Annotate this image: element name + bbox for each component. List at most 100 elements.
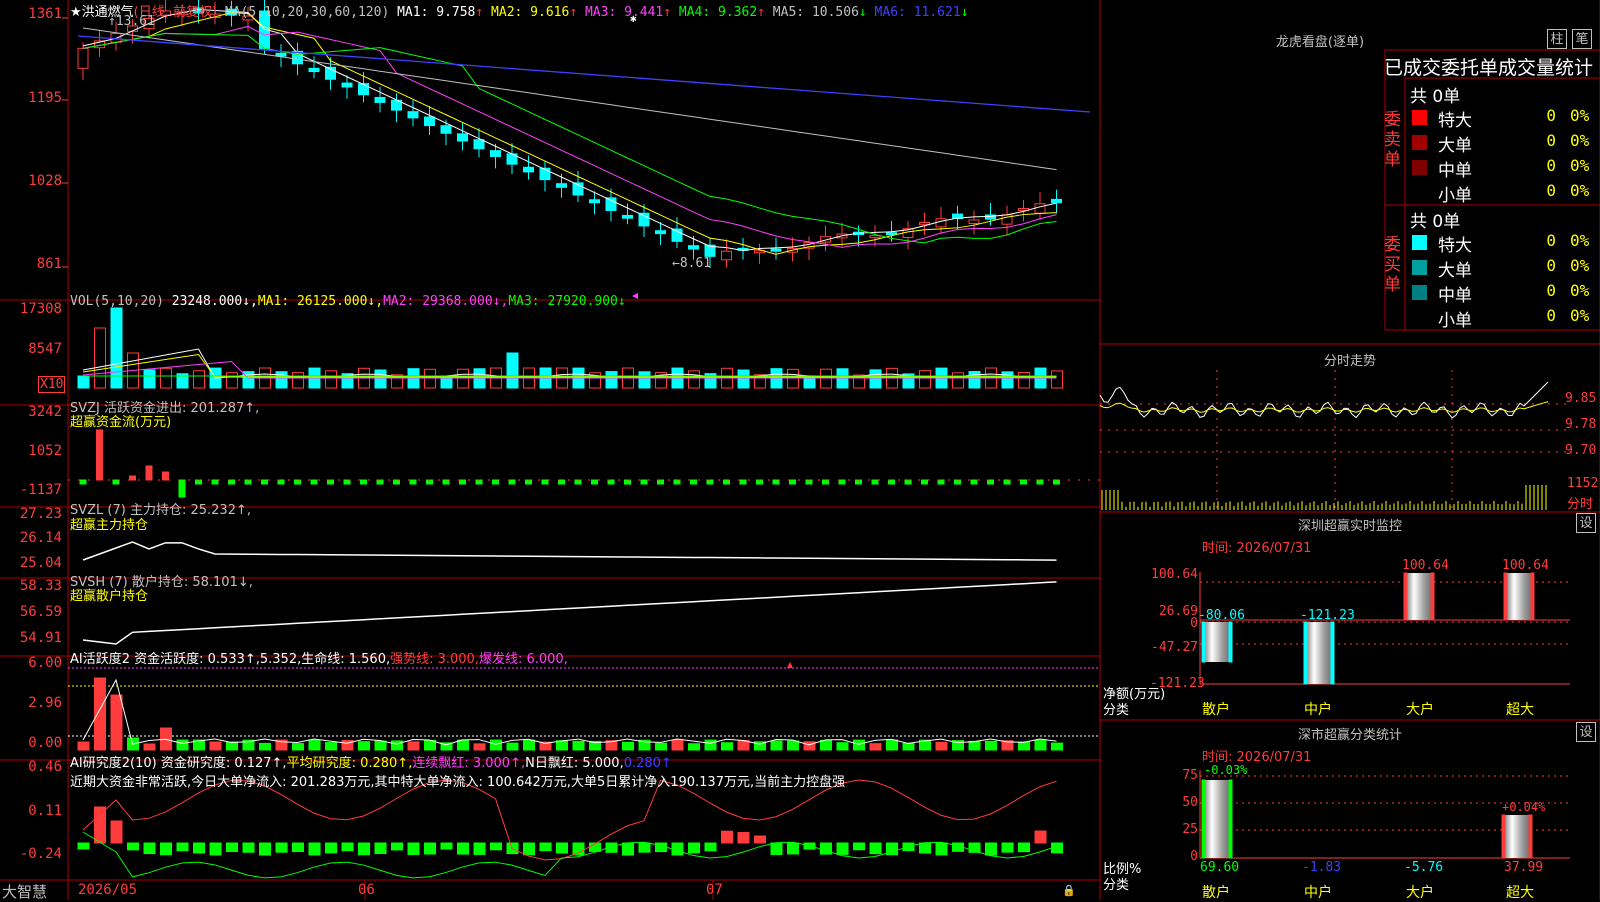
dragon-header: 已成交委托单成交量统计 xyxy=(1384,57,1594,79)
research-bar xyxy=(424,842,436,855)
flow-bar xyxy=(393,479,400,485)
activity-bar xyxy=(935,741,948,751)
flow-bar xyxy=(970,479,978,485)
main-y-label: 1361 xyxy=(28,6,62,22)
intraday-y-label: 9.85 xyxy=(1565,391,1597,406)
classify-bar-edge xyxy=(1228,779,1233,859)
bar-mode-button[interactable]: 柱 xyxy=(1547,29,1567,49)
classify-category[interactable]: 超大 xyxy=(1506,882,1534,902)
ma-value-1: MA1: 9.758↑ xyxy=(397,5,484,20)
candle xyxy=(358,83,369,96)
activity-bar xyxy=(721,742,733,751)
sell-total: 共 0单 xyxy=(1410,212,1461,232)
monitor-bar-value: 100.64 xyxy=(1502,558,1549,573)
candle xyxy=(490,150,501,157)
svzl-y-label: 26.14 xyxy=(19,530,62,546)
volume-bar xyxy=(292,372,304,389)
classify-y-label: 75 xyxy=(1182,768,1198,783)
ma4-line xyxy=(82,32,1057,244)
flow-bar xyxy=(162,471,169,481)
monitor-category[interactable]: 散户 xyxy=(1202,699,1230,719)
candle xyxy=(655,230,666,235)
candle xyxy=(341,82,353,88)
svzj-sub: 超赢资金流(万元) xyxy=(70,415,172,430)
research-bar xyxy=(209,842,222,856)
classify-settings-button[interactable]: 设 xyxy=(1576,722,1596,742)
order-pct: 0% xyxy=(1570,281,1590,300)
research-bar xyxy=(226,842,238,852)
flow-bar xyxy=(888,479,895,485)
date-tick: 07 xyxy=(706,882,723,898)
activity-bar xyxy=(506,742,519,751)
svsh-sub: 超赢散户持仓 xyxy=(70,589,149,604)
brand-label[interactable]: 大智慧 xyxy=(2,881,47,902)
order-pct: 0% xyxy=(1570,306,1590,325)
monitor-bar-edge xyxy=(1430,572,1435,621)
classify-value: 37.99 xyxy=(1504,860,1544,875)
lock-icon[interactable]: 🔒 xyxy=(1062,884,1076,897)
classify-category[interactable]: 散户 xyxy=(1202,882,1230,902)
flow-bar xyxy=(657,479,664,485)
research-bar xyxy=(919,842,931,854)
ma-value-2: MA2: 9.616↑ xyxy=(483,5,578,20)
monitor-category[interactable]: 中户 xyxy=(1304,699,1332,719)
flow-bar xyxy=(1036,479,1044,485)
flow-bar xyxy=(112,479,120,485)
research-bar xyxy=(308,842,321,856)
flow-bar xyxy=(1020,479,1027,485)
tick-mode-button[interactable]: 笔 xyxy=(1572,29,1592,49)
vol-y-label: 8547 xyxy=(28,341,62,357)
research-bar xyxy=(638,842,651,853)
activity-bar xyxy=(1051,742,1063,751)
research-bar xyxy=(622,842,634,856)
classify-bar-edge xyxy=(1201,779,1206,859)
research-bar xyxy=(754,835,766,844)
research-bar xyxy=(325,842,337,854)
candle xyxy=(110,32,122,43)
candle xyxy=(935,218,947,228)
flow-bar xyxy=(1003,479,1011,485)
research-bar xyxy=(836,842,849,855)
candle xyxy=(1034,203,1046,214)
flow-bar xyxy=(921,479,928,485)
flow-bar xyxy=(640,479,648,485)
volume-bar xyxy=(506,352,519,389)
dragon-title: 龙虎看盘(逐单) xyxy=(1275,35,1365,50)
classify-bar-edge xyxy=(1501,814,1506,859)
activity-bar xyxy=(374,740,387,751)
monitor-bar-value: -121.23 xyxy=(1300,608,1355,623)
flow-bar xyxy=(360,479,367,485)
research-bar xyxy=(539,842,552,852)
ai2-y-label: 0.11 xyxy=(28,803,62,819)
research-bar xyxy=(407,842,420,855)
intraday-title: 分时走势 xyxy=(1323,354,1376,369)
sell-side-label: 委买单 xyxy=(1384,235,1401,295)
classify-category[interactable]: 中户 xyxy=(1304,882,1332,902)
classify-category[interactable]: 大户 xyxy=(1406,882,1434,902)
intraday-y-label: 9.78 xyxy=(1565,417,1597,432)
research-bar xyxy=(770,842,783,855)
flow-bar xyxy=(211,479,219,485)
order-size-label: 大单 xyxy=(1438,136,1472,156)
classify-bar xyxy=(1502,815,1532,858)
monitor-category[interactable]: 超大 xyxy=(1506,699,1534,719)
order-count: 0 xyxy=(1546,156,1556,175)
activity-bar xyxy=(1018,741,1030,751)
activity-bar xyxy=(869,743,882,751)
flow-bar xyxy=(558,479,565,485)
monitor-settings-button[interactable]: 设 xyxy=(1576,513,1596,533)
volume-bar xyxy=(94,327,106,389)
vol-unit-badge: X10 xyxy=(38,376,66,393)
order-pct: 0% xyxy=(1570,106,1590,125)
volume-bar xyxy=(952,372,964,389)
classify-y-label: 25 xyxy=(1182,822,1198,837)
monitor-category[interactable]: 大户 xyxy=(1406,699,1434,719)
classify-bar xyxy=(1202,780,1232,858)
activity-bar xyxy=(391,740,403,751)
activity-bar xyxy=(787,740,799,751)
activity-bar xyxy=(94,677,106,751)
classify-value: -1.83 xyxy=(1302,860,1342,875)
volume-bar xyxy=(787,368,799,389)
flow-bar xyxy=(789,479,796,485)
monitor-bar-edge xyxy=(1530,572,1535,621)
